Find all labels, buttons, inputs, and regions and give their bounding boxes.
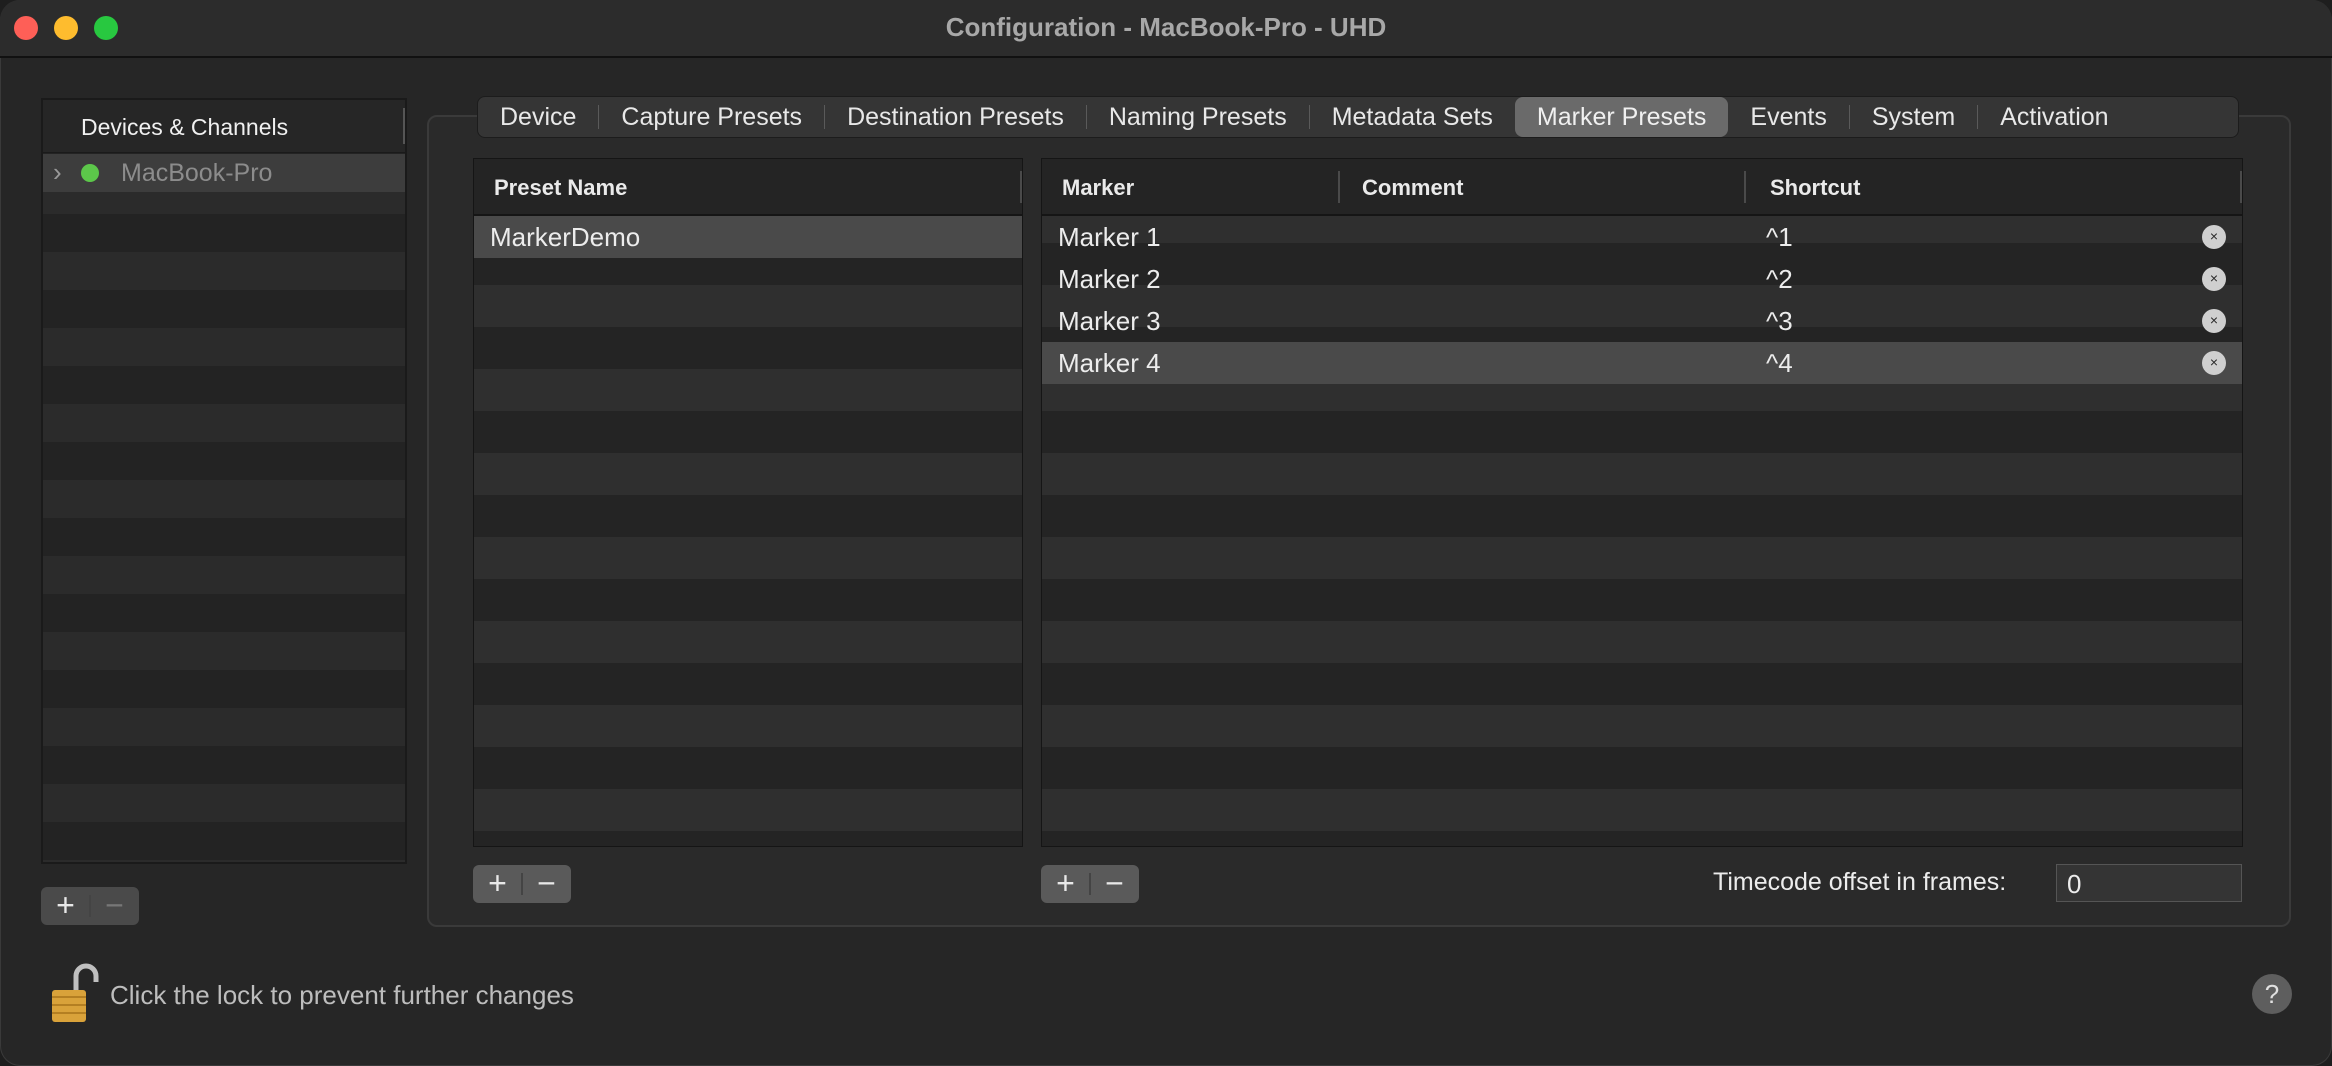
- remove-device-button[interactable]: −: [90, 887, 139, 925]
- marker-table: Marker Comment Shortcut Marker 1 ^1 × Ma…: [1041, 158, 2243, 847]
- marker-row[interactable]: Marker 4 ^4 ×: [1042, 342, 2242, 384]
- column-divider: [1020, 171, 1022, 203]
- column-header-preset-name[interactable]: Preset Name: [494, 175, 627, 201]
- tab-metadata-sets[interactable]: Metadata Sets: [1310, 97, 1515, 137]
- timecode-offset-label: Timecode offset in frames:: [1713, 868, 2007, 896]
- sidebar-header-label: Devices & Channels: [81, 114, 289, 140]
- clear-shortcut-icon[interactable]: ×: [2202, 267, 2226, 291]
- column-header-shortcut[interactable]: Shortcut: [1770, 175, 1860, 201]
- lock-status-text: Click the lock to prevent further change…: [110, 980, 574, 1010]
- status-indicator-icon: [81, 164, 99, 182]
- tab-bar: Device Capture Presets Destination Prese…: [477, 96, 2239, 138]
- sidebar-item-label: MacBook-Pro: [121, 159, 273, 187]
- column-divider: [403, 108, 405, 144]
- tab-destination-presets[interactable]: Destination Presets: [825, 97, 1086, 137]
- tab-activation[interactable]: Activation: [1978, 97, 2130, 137]
- clear-shortcut-icon[interactable]: ×: [2202, 309, 2226, 333]
- marker-table-header: Marker Comment Shortcut: [1042, 159, 2242, 216]
- marker-name-cell: Marker 1: [1058, 222, 1161, 252]
- tab-device[interactable]: Device: [478, 97, 598, 137]
- column-divider: [1744, 171, 1746, 203]
- disclosure-chevron-icon[interactable]: ›: [53, 157, 62, 188]
- column-header-marker[interactable]: Marker: [1062, 175, 1134, 201]
- marker-row[interactable]: Marker 3 ^3 ×: [1042, 300, 2242, 342]
- add-device-button[interactable]: +: [41, 887, 90, 925]
- column-header-comment[interactable]: Comment: [1362, 175, 1463, 201]
- add-marker-button[interactable]: +: [1041, 865, 1090, 903]
- configuration-window: Configuration - MacBook-Pro - UHD Device…: [0, 0, 2332, 1066]
- tab-system[interactable]: System: [1850, 97, 1977, 137]
- marker-row[interactable]: Marker 1 ^1 ×: [1042, 216, 2242, 258]
- marker-shortcut-cell[interactable]: ^2: [1766, 264, 1793, 295]
- preset-table-header: Preset Name: [474, 159, 1022, 216]
- add-preset-button[interactable]: +: [473, 865, 522, 903]
- marker-name-cell: Marker 4: [1058, 348, 1161, 378]
- marker-row[interactable]: Marker 2 ^2 ×: [1042, 258, 2242, 300]
- column-divider: [2240, 171, 2242, 203]
- clear-shortcut-icon[interactable]: ×: [2202, 225, 2226, 249]
- tab-marker-presets[interactable]: Marker Presets: [1514, 97, 1729, 137]
- tab-capture-presets[interactable]: Capture Presets: [599, 97, 824, 137]
- sidebar-item-macbook-pro[interactable]: › MacBook-Pro: [43, 154, 405, 192]
- sidebar-add-remove-control: + −: [41, 887, 139, 925]
- clear-shortcut-icon[interactable]: ×: [2202, 351, 2226, 375]
- remove-marker-button[interactable]: −: [1090, 865, 1139, 903]
- window-title: Configuration - MacBook-Pro - UHD: [945, 12, 1387, 42]
- devices-sidebar: Devices & Channels › MacBook-Pro: [41, 98, 407, 864]
- tab-naming-presets[interactable]: Naming Presets: [1087, 97, 1309, 137]
- marker-add-remove-control: + −: [1041, 865, 1139, 903]
- sidebar-header: Devices & Channels: [43, 100, 405, 153]
- title-bar: Configuration - MacBook-Pro - UHD: [0, 0, 2332, 58]
- column-divider: [1338, 171, 1340, 203]
- preset-row[interactable]: MarkerDemo: [474, 216, 1022, 258]
- preset-add-remove-control: + −: [473, 865, 571, 903]
- remove-preset-button[interactable]: −: [522, 865, 571, 903]
- marker-shortcut-cell[interactable]: ^1: [1766, 222, 1793, 253]
- marker-name-cell: Marker 3: [1058, 306, 1161, 336]
- help-button[interactable]: ?: [2252, 974, 2292, 1014]
- marker-name-cell: Marker 2: [1058, 264, 1161, 294]
- marker-shortcut-cell[interactable]: ^4: [1766, 348, 1793, 379]
- unlocked-padlock-icon[interactable]: [50, 962, 100, 1024]
- preset-name-cell: MarkerDemo: [490, 222, 641, 252]
- preset-table: Preset Name MarkerDemo: [473, 158, 1023, 847]
- timecode-offset-input[interactable]: 0: [2056, 864, 2242, 902]
- marker-shortcut-cell[interactable]: ^3: [1766, 306, 1793, 337]
- tab-events[interactable]: Events: [1728, 97, 1848, 137]
